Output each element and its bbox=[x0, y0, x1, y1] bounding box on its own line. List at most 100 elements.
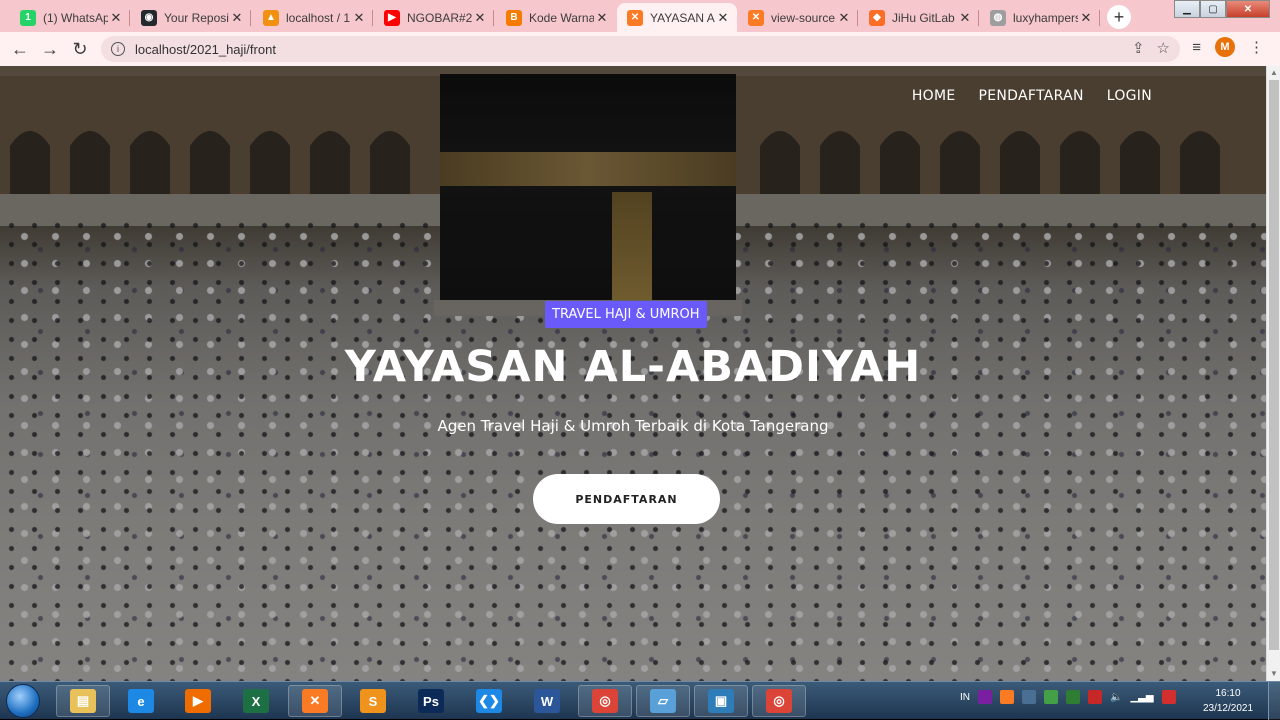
browser-tab[interactable]: ✕ view-source ✕ bbox=[738, 3, 858, 32]
close-tab-icon[interactable]: ✕ bbox=[1078, 10, 1094, 26]
scroll-down-icon[interactable]: ▼ bbox=[1267, 667, 1280, 681]
taskbar-app-button[interactable]: ◎ bbox=[752, 685, 806, 717]
excel-icon: X bbox=[243, 689, 269, 713]
xampp-icon: ✕ bbox=[302, 689, 328, 713]
tab-strip: 1(1) WhatsApp✕◉Your Reposit✕▲localhost /… bbox=[0, 0, 1280, 32]
browser-tab[interactable]: 1 (1) WhatsApp✕ bbox=[10, 3, 130, 32]
security-tray-icon[interactable] bbox=[1066, 690, 1080, 704]
whatsapp-icon: 1 bbox=[20, 9, 36, 26]
tab-title: localhost / 1 bbox=[286, 10, 351, 25]
nav-login-link[interactable]: LOGIN bbox=[1107, 88, 1152, 104]
tab-title: YAYASAN AL bbox=[650, 10, 715, 25]
scroll-up-icon[interactable]: ▲ bbox=[1267, 66, 1280, 80]
close-tab-icon[interactable]: ✕ bbox=[351, 10, 367, 26]
signal-icon[interactable]: ▁▃▅ bbox=[1130, 692, 1153, 703]
profile-avatar[interactable]: M bbox=[1215, 37, 1235, 57]
browser-tab[interactable]: B Kode Warna ✕ bbox=[496, 3, 616, 32]
close-tab-icon[interactable]: ✕ bbox=[472, 10, 488, 26]
taskbar-app-button[interactable]: ▤ bbox=[56, 685, 110, 717]
url-text: localhost/2021_haji/front bbox=[135, 41, 276, 57]
menu-icon[interactable]: ⋮ bbox=[1249, 38, 1264, 56]
internet-explorer-icon: e bbox=[128, 689, 154, 713]
onenote-tray-icon[interactable] bbox=[978, 690, 992, 704]
start-button[interactable] bbox=[6, 684, 40, 718]
taskbar-app-button[interactable]: ▣ bbox=[694, 685, 748, 717]
language-indicator[interactable]: IN bbox=[960, 692, 970, 703]
taskbar-app-button[interactable]: e bbox=[114, 685, 168, 717]
hero-badge: TRAVEL HAJI & UMROH bbox=[545, 301, 707, 328]
github-icon: ◉ bbox=[141, 9, 157, 26]
alert-tray-icon[interactable] bbox=[1088, 690, 1102, 704]
address-bar[interactable]: i localhost/2021_haji/front ⇪ ☆ bbox=[101, 36, 1180, 62]
hero-title: YAYASAN AL-ABADIYAH bbox=[344, 342, 922, 392]
tab-separator bbox=[978, 10, 979, 26]
image-viewer-icon: ▣ bbox=[708, 689, 734, 713]
network-tray-icon[interactable] bbox=[1022, 690, 1036, 704]
tab-separator bbox=[493, 10, 494, 26]
minimize-button[interactable]: ▁ bbox=[1174, 0, 1200, 18]
site-info-icon[interactable]: i bbox=[111, 42, 125, 56]
maximize-button[interactable]: ▢ bbox=[1200, 0, 1226, 18]
browser-tab[interactable]: ◉ Your Reposit ✕ bbox=[131, 3, 251, 32]
globe-icon: ◍ bbox=[990, 9, 1006, 26]
taskbar-app-button[interactable]: X bbox=[229, 685, 283, 717]
browser-tab[interactable]: ▶ NGOBAR#2 ✕ bbox=[374, 3, 494, 32]
clock[interactable]: 16:10 23/12/2021 bbox=[1200, 686, 1256, 716]
nav-home-link[interactable]: HOME bbox=[912, 88, 956, 104]
close-tab-icon[interactable]: ✕ bbox=[957, 10, 973, 26]
bookmark-star-icon[interactable]: ☆ bbox=[1157, 39, 1170, 57]
reload-icon[interactable]: ↻ bbox=[68, 37, 92, 61]
media-player-icon: ▶ bbox=[185, 689, 211, 713]
taskbar-app-button[interactable]: ▱ bbox=[636, 685, 690, 717]
windows-taskbar: IN 🔈 ▁▃▅ 16:10 23/12/2021 ▤ e ▶ X ✕ S Ps ❮❯ W ◎ ▱ ▣… bbox=[0, 681, 1280, 720]
close-window-button[interactable]: ✕ bbox=[1226, 0, 1270, 18]
gitlab-icon: ◆ bbox=[869, 9, 885, 26]
youtube-icon: ▶ bbox=[384, 9, 400, 26]
page-scrollbar[interactable]: ▲ ▼ bbox=[1266, 66, 1280, 681]
tab-separator bbox=[857, 10, 858, 26]
taskbar-app-button[interactable]: ✕ bbox=[288, 685, 342, 717]
taskbar-app-button[interactable]: W bbox=[520, 685, 574, 717]
forward-icon[interactable]: → bbox=[38, 37, 62, 61]
scrollbar-thumb[interactable] bbox=[1269, 80, 1279, 650]
browser-tab[interactable]: ◆ JiHu GitLab ✕ bbox=[859, 3, 979, 32]
wifi-tray-icon[interactable] bbox=[1044, 690, 1058, 704]
action-center-icon[interactable] bbox=[1161, 690, 1176, 704]
close-tab-icon[interactable]: ✕ bbox=[594, 10, 610, 26]
tab-title: Kode Warna bbox=[529, 10, 594, 25]
close-tab-icon[interactable]: ✕ bbox=[715, 10, 731, 26]
xampp-tray-icon[interactable] bbox=[1000, 690, 1014, 704]
tab-title: view-source bbox=[771, 10, 836, 25]
hero-subtitle: Agen Travel Haji & Umroh Terbaik di Kota… bbox=[437, 417, 829, 435]
volume-icon[interactable]: 🔈 bbox=[1110, 692, 1122, 703]
browser-tab[interactable]: ✕ YAYASAN AL ✕ bbox=[617, 3, 737, 32]
share-icon[interactable]: ⇪ bbox=[1132, 39, 1145, 57]
nav-pendaftaran-link[interactable]: PENDAFTARAN bbox=[978, 88, 1083, 104]
explorer-icon: ▤ bbox=[70, 689, 96, 713]
taskbar-app-button[interactable]: S bbox=[346, 685, 400, 717]
taskbar-app-button[interactable]: ▶ bbox=[171, 685, 225, 717]
taskbar-app-button[interactable]: ◎ bbox=[578, 685, 632, 717]
system-tray: IN 🔈 ▁▃▅ bbox=[960, 690, 1176, 704]
taskbar-app-button[interactable]: ❮❯ bbox=[462, 685, 516, 717]
close-tab-icon[interactable]: ✕ bbox=[108, 10, 124, 26]
chrome-profile-icon: ◎ bbox=[766, 689, 792, 713]
tab-separator bbox=[1099, 10, 1100, 26]
taskbar-app-button[interactable]: Ps bbox=[404, 685, 458, 717]
browser-tab[interactable]: ◍ luxyhampers ✕ bbox=[980, 3, 1100, 32]
chrome-icon: ◎ bbox=[592, 689, 618, 713]
tab-title: (1) WhatsApp bbox=[43, 10, 108, 25]
tab-separator bbox=[129, 10, 130, 26]
tab-title: NGOBAR#2 bbox=[407, 10, 472, 25]
show-desktop-button[interactable] bbox=[1268, 682, 1280, 720]
back-icon[interactable]: ← bbox=[8, 37, 32, 61]
close-tab-icon[interactable]: ✕ bbox=[229, 10, 245, 26]
pendaftaran-button[interactable]: PENDAFTARAN bbox=[533, 474, 720, 524]
browser-tab[interactable]: ▲ localhost / 1 ✕ bbox=[253, 3, 373, 32]
phpmyadmin-icon: ▲ bbox=[263, 9, 279, 26]
tab-title: Your Reposit bbox=[164, 10, 229, 25]
reading-list-icon[interactable]: ≡ bbox=[1192, 39, 1201, 56]
xampp-icon: ✕ bbox=[748, 9, 764, 26]
new-tab-button[interactable]: + bbox=[1107, 5, 1131, 29]
close-tab-icon[interactable]: ✕ bbox=[836, 10, 852, 26]
